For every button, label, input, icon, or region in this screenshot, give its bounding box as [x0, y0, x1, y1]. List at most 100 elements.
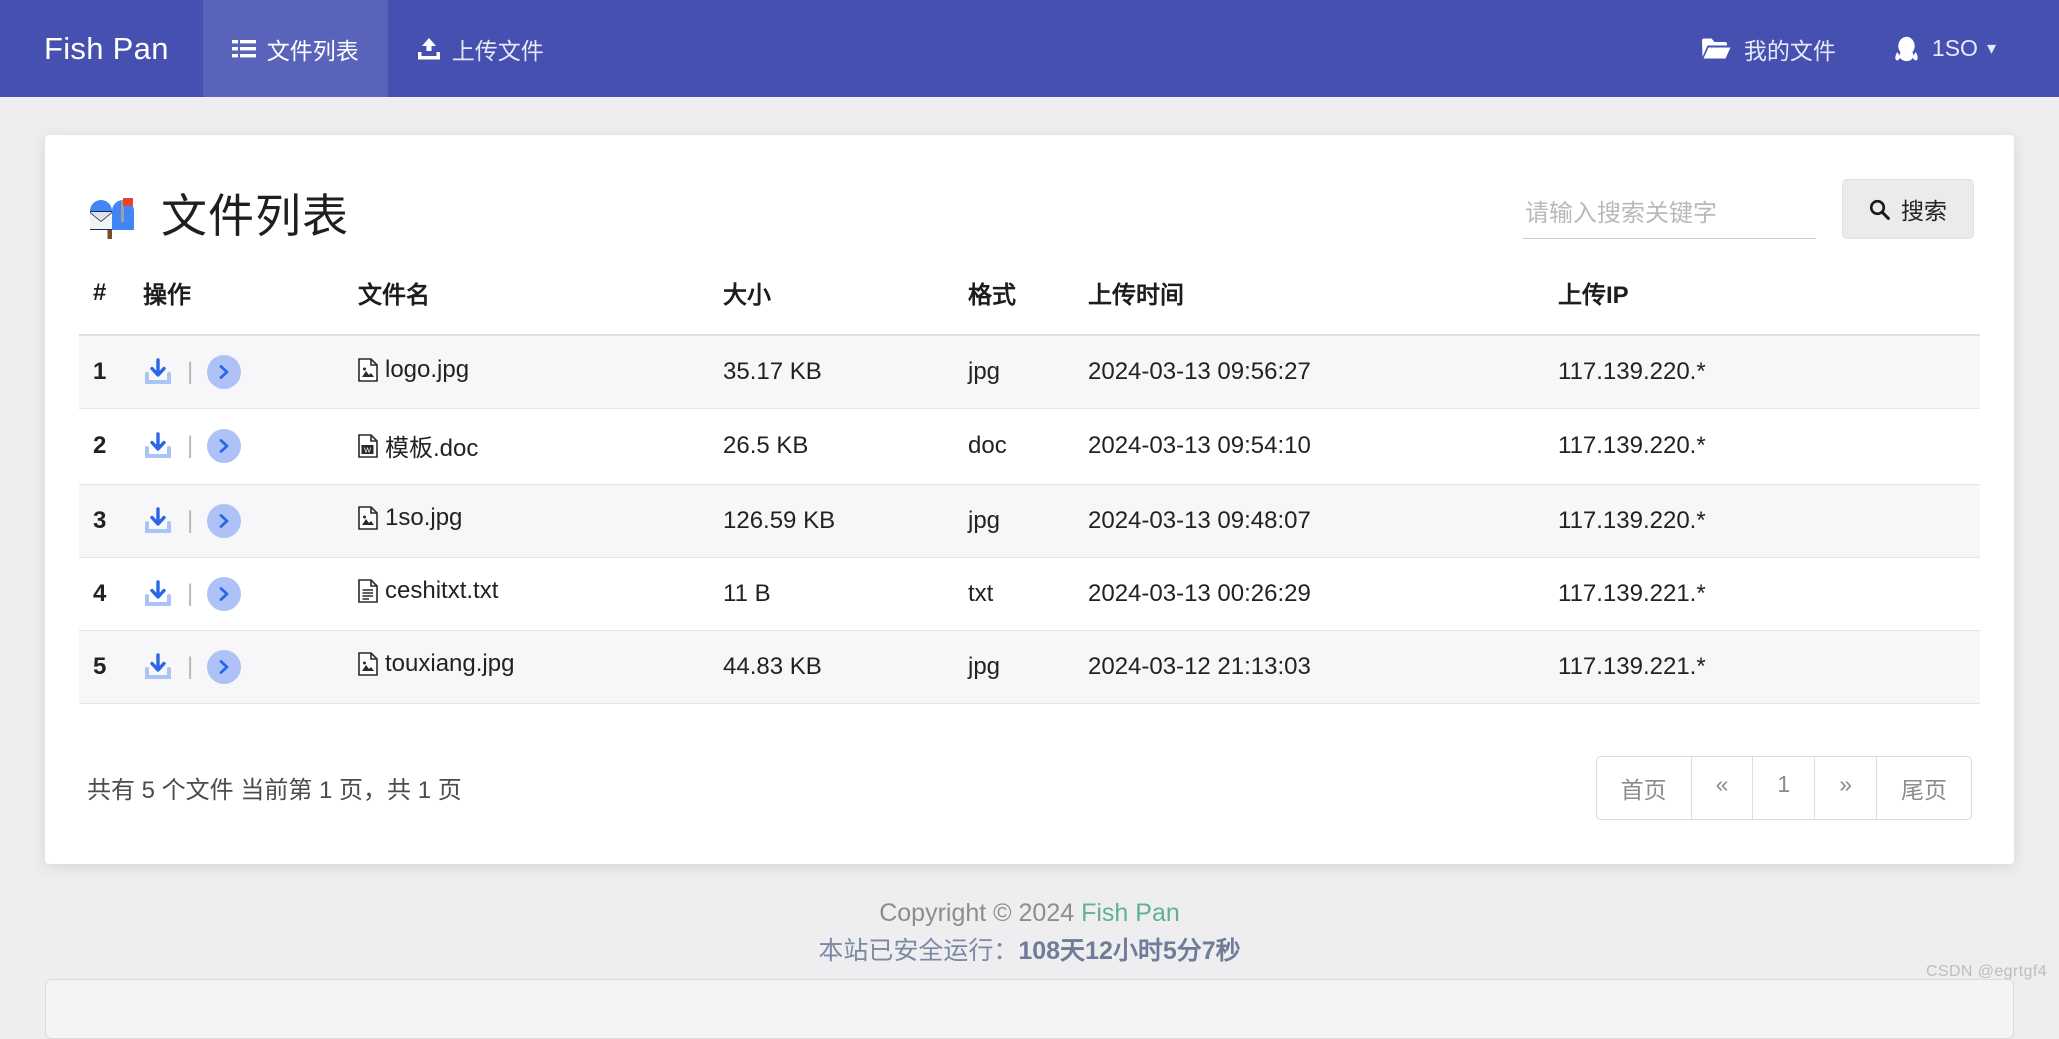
pagination-first[interactable]: 首页: [1596, 756, 1691, 820]
image-file-icon: [358, 358, 378, 382]
nav-item-my-files[interactable]: 我的文件: [1672, 0, 1865, 97]
download-icon[interactable]: [143, 579, 173, 609]
row-index: 3: [79, 484, 129, 557]
download-icon[interactable]: [143, 357, 173, 387]
uptime-line: 本站已安全运行：108天12小时5分7秒: [0, 933, 2059, 971]
pagination-last[interactable]: 尾页: [1876, 756, 1972, 820]
row-index: 2: [79, 409, 129, 485]
row-upload-ip: 117.139.220.*: [1544, 484, 1980, 557]
image-file-icon: [358, 506, 378, 530]
action-separator: |: [187, 434, 193, 458]
download-icon[interactable]: [143, 431, 173, 461]
pagination-page-1[interactable]: 1: [1752, 756, 1814, 820]
list-icon: [232, 39, 256, 59]
brand-label: Fish Pan: [44, 31, 169, 67]
page-footer: Copyright © 2024 Fish Pan 本站已安全运行：108天12…: [0, 895, 2059, 970]
nav-item-user-menu[interactable]: 1SO ▾: [1865, 0, 2025, 97]
action-separator: |: [187, 582, 193, 606]
row-upload-time: 2024-03-13 00:26:29: [1074, 557, 1544, 630]
word-file-icon: W: [358, 434, 378, 458]
download-icon[interactable]: [143, 506, 173, 536]
pagination-next[interactable]: »: [1814, 756, 1876, 820]
table-row[interactable]: 5 |: [79, 630, 1980, 703]
nav-item-my-files-label: 我的文件: [1744, 32, 1836, 66]
search-button[interactable]: 搜索: [1842, 179, 1974, 239]
row-filename: W 模板.doc: [344, 409, 709, 485]
pagination-prev[interactable]: «: [1691, 756, 1753, 820]
row-filename: logo.jpg: [344, 335, 709, 409]
uptime-value: 108天12小时5分7秒: [1018, 937, 1240, 965]
chevron-right-icon[interactable]: [207, 577, 241, 611]
image-file-icon: [358, 652, 378, 676]
row-size: 35.17 KB: [709, 335, 954, 409]
filename-text: touxiang.jpg: [385, 650, 514, 678]
chevron-right-icon[interactable]: [207, 429, 241, 463]
table-row[interactable]: 2 | W: [79, 409, 1980, 485]
row-filename: ceshitxt.txt: [344, 557, 709, 630]
col-header-index: #: [79, 257, 129, 335]
row-size: 126.59 KB: [709, 484, 954, 557]
row-filename: touxiang.jpg: [344, 630, 709, 703]
action-separator: |: [187, 655, 193, 679]
row-actions: |: [129, 630, 344, 703]
row-upload-time: 2024-03-13 09:54:10: [1074, 409, 1544, 485]
brand-logo[interactable]: Fish Pan: [0, 0, 203, 97]
table-row[interactable]: 4 |: [79, 557, 1980, 630]
row-actions: |: [129, 484, 344, 557]
watermark: CSDN @egrtgf4: [1926, 963, 2047, 981]
upload-icon: [417, 38, 441, 60]
col-header-actions: 操作: [129, 257, 344, 335]
row-format[interactable]: txt: [954, 557, 1074, 630]
row-upload-ip: 117.139.220.*: [1544, 409, 1980, 485]
file-table-head: # 操作 文件名 大小 格式 上传时间 上传IP: [79, 257, 1980, 335]
nav-item-upload[interactable]: 上传文件: [388, 0, 573, 97]
top-navbar: Fish Pan 文件列表 上传文件 我的文件 1SO ▾: [0, 0, 2059, 97]
col-header-filename: 文件名: [344, 257, 709, 335]
table-row[interactable]: 3 |: [79, 484, 1980, 557]
row-index: 4: [79, 557, 129, 630]
pagination-summary: 共有 5 个文件 当前第 1 页，共 1 页: [87, 770, 462, 805]
action-separator: |: [187, 360, 193, 384]
nav-item-upload-label: 上传文件: [452, 32, 544, 66]
chevron-right-icon[interactable]: [207, 504, 241, 538]
chevron-right-icon[interactable]: [207, 650, 241, 684]
card-footer: 共有 5 个文件 当前第 1 页，共 1 页 首页 « 1 » 尾页: [79, 704, 1980, 830]
col-header-format: 格式: [954, 257, 1074, 335]
row-upload-time: 2024-03-13 09:48:07: [1074, 484, 1544, 557]
file-table: # 操作 文件名 大小 格式 上传时间 上传IP 1 |: [79, 257, 1980, 704]
row-size: 44.83 KB: [709, 630, 954, 703]
row-upload-time: 2024-03-12 21:13:03: [1074, 630, 1544, 703]
qq-penguin-icon: [1894, 36, 1919, 62]
footer-brand-link[interactable]: Fish Pan: [1081, 899, 1180, 927]
download-icon[interactable]: [143, 652, 173, 682]
search-button-label: 搜索: [1901, 192, 1947, 226]
row-format[interactable]: jpg: [954, 630, 1074, 703]
uptime-label: 本站已安全运行：: [818, 937, 1018, 965]
filename-text: 1so.jpg: [385, 504, 462, 532]
pagination: 首页 « 1 » 尾页: [1596, 756, 1972, 820]
col-header-size: 大小: [709, 257, 954, 335]
row-upload-time: 2024-03-13 09:56:27: [1074, 335, 1544, 409]
folder-open-icon: [1701, 37, 1731, 60]
chevron-down-icon: ▾: [1987, 38, 1996, 59]
copyright-line: Copyright © 2024 Fish Pan: [0, 895, 2059, 933]
row-format[interactable]: jpg: [954, 335, 1074, 409]
row-actions: |: [129, 335, 344, 409]
primary-nav: 文件列表 上传文件: [203, 0, 573, 97]
bottom-panel: [45, 979, 2014, 1039]
row-format[interactable]: doc: [954, 409, 1074, 485]
nav-item-file-list[interactable]: 文件列表: [203, 0, 388, 97]
copyright-text: Copyright © 2024: [879, 899, 1081, 927]
search-group: 搜索: [1523, 179, 1974, 243]
row-upload-ip: 117.139.221.*: [1544, 557, 1980, 630]
row-format[interactable]: jpg: [954, 484, 1074, 557]
title-group: 文件列表: [85, 189, 349, 243]
search-input[interactable]: [1523, 196, 1816, 239]
row-size: 26.5 KB: [709, 409, 954, 485]
row-upload-ip: 117.139.220.*: [1544, 335, 1980, 409]
table-row[interactable]: 1 |: [79, 335, 1980, 409]
card-header: 文件列表 搜索: [79, 179, 1980, 243]
chevron-right-icon[interactable]: [207, 355, 241, 389]
search-icon: [1869, 199, 1890, 220]
nav-item-user-label: 1SO: [1932, 35, 1978, 62]
